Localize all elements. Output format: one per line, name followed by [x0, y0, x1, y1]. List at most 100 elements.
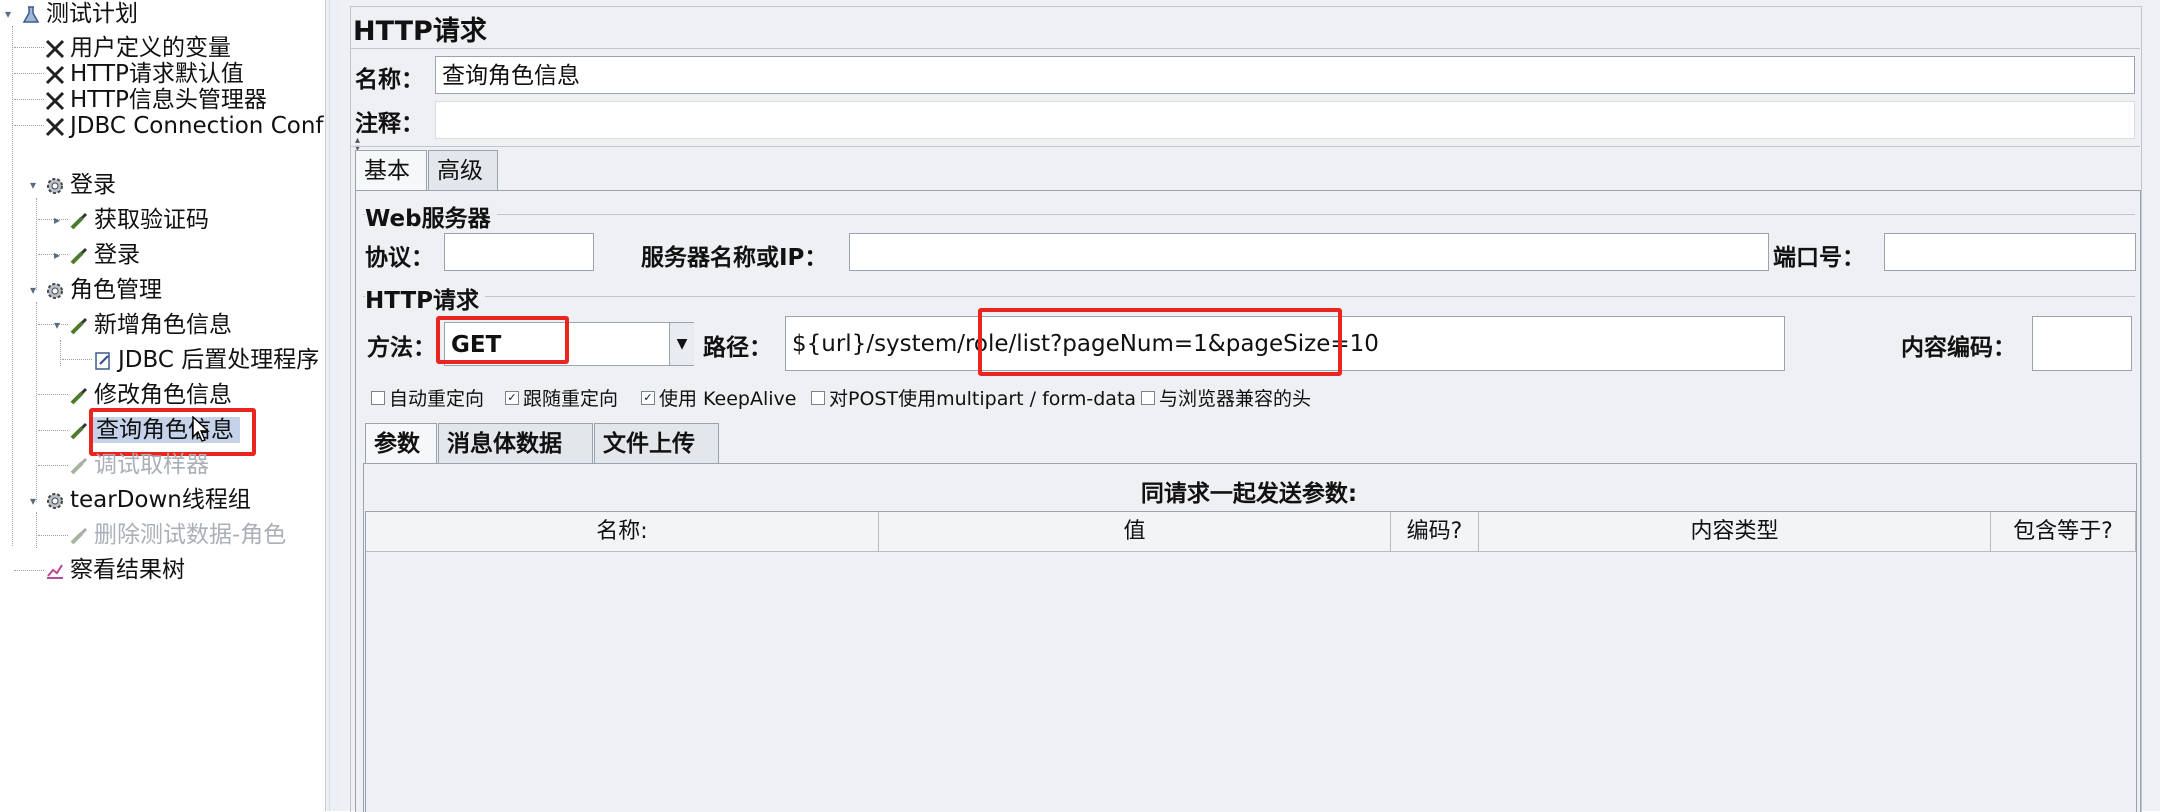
comment-label: 注释： [355, 111, 424, 137]
checkbox[interactable] [811, 390, 825, 405]
tree-node-label: 角色管理 [70, 277, 162, 303]
tree-guide-line [14, 47, 44, 48]
group-border [363, 214, 2135, 215]
flask-icon [20, 2, 42, 24]
tree-guide-line [60, 340, 61, 366]
chart-icon [44, 558, 66, 580]
tab-basic[interactable]: 基本 [355, 150, 427, 190]
encoding-field[interactable] [2032, 316, 2132, 371]
column-header-name[interactable]: 名称: [366, 512, 879, 552]
tree-node-role-management[interactable]: 角色管理 [44, 273, 162, 307]
web-server-group-title: Web服务器 [365, 199, 497, 233]
pipette-icon [68, 243, 90, 265]
tree-guide-line [62, 359, 92, 360]
tree-expand-toggle[interactable]: ▾ [27, 284, 39, 296]
test-plan-tree[interactable]: ▾ 测试计划 用户定义的变量 HTTP请求默认值 HTTP信息头管理器 JDBC… [0, 0, 325, 811]
column-header-include-equals[interactable]: 包含等于? [1991, 512, 2136, 552]
method-select[interactable]: GET [444, 322, 694, 366]
option-multipart[interactable]: 对POST使用multipart / form-data [811, 384, 1136, 411]
pipette-icon [68, 313, 90, 335]
pipette-icon [68, 453, 90, 475]
option-label: 对POST使用multipart / form-data [829, 388, 1137, 410]
checkbox[interactable] [371, 390, 385, 405]
server-label: 服务器名称或IP： [641, 245, 828, 271]
checkbox[interactable]: ✓ [641, 390, 655, 405]
tree-node-label: JDBC 后置处理程序 [118, 347, 320, 373]
pipette-icon [68, 523, 90, 545]
tree-node-teardown-group[interactable]: tearDown线程组 [44, 483, 251, 517]
tree-node-label: 测试计划 [46, 1, 138, 27]
tree-node-query-role[interactable]: 查询角色信息 [68, 413, 240, 447]
wrench-icon [44, 36, 66, 58]
chevron-down-icon[interactable]: ▼ [669, 323, 694, 365]
option-label: 跟随重定向 [523, 388, 619, 410]
splitter-grip [329, 0, 332, 811]
tree-node-jdbc-connection[interactable]: JDBC Connection Conf [44, 109, 324, 143]
tree-expand-toggle[interactable]: ▾ [27, 179, 39, 191]
port-field[interactable] [1884, 233, 2136, 271]
pipette-icon [68, 383, 90, 405]
tree-node-login-group[interactable]: 登录 [44, 168, 116, 202]
document-icon [92, 348, 114, 370]
tree-node-label: 修改角色信息 [94, 382, 232, 408]
tree-node-label: 登录 [70, 172, 116, 198]
checkbox[interactable] [1141, 390, 1155, 405]
protocol-field[interactable] [444, 233, 594, 271]
tree-node-label: 查询角色信息 [90, 417, 240, 443]
comment-field[interactable] [435, 101, 2135, 139]
column-header-value[interactable]: 值 [879, 512, 1391, 552]
mouse-cursor-icon [192, 415, 210, 446]
tree-guide-line [38, 465, 68, 466]
tree-guide-line [14, 570, 44, 571]
tab-body-data[interactable]: 消息体数据 [438, 423, 593, 463]
tab-file-upload[interactable]: 文件上传 [594, 423, 719, 463]
tree-node-debug-sampler[interactable]: 调试取样器 [68, 448, 209, 482]
tree-expand-toggle[interactable]: ▾ [2, 8, 14, 20]
divider [350, 48, 2140, 49]
params-table[interactable]: 名称: 值 编码? 内容类型 包含等于? [365, 511, 2136, 812]
http-request-panel: HTTP请求 名称： 查询角色信息 注释： ▴ ▾ 基本 高级 Web服务器 协议… [341, 0, 2160, 812]
server-field[interactable] [849, 233, 1769, 271]
tree-node-test-plan[interactable]: 测试计划 [20, 0, 138, 31]
option-label: 与浏览器兼容的头 [1159, 388, 1312, 410]
wrench-icon [44, 114, 66, 136]
option-auto-redirect[interactable]: 自动重定向 [371, 384, 484, 411]
tree-node-delete-test-data[interactable]: 删除测试数据-角色 [68, 518, 286, 552]
params-caption: 同请求一起发送参数: [1140, 481, 1358, 507]
method-label: 方法： [367, 335, 436, 361]
name-label: 名称： [355, 67, 424, 93]
tab-parameters[interactable]: 参数 [365, 423, 437, 463]
tree-expand-toggle[interactable]: ▾ [27, 495, 39, 507]
tree-node-label: 登录 [94, 242, 140, 268]
tree-expand-toggle[interactable]: ▸ [51, 249, 63, 261]
tree-guide-line [38, 430, 68, 431]
port-label: 端口号： [1773, 245, 1865, 271]
tree-guide-line [14, 99, 44, 100]
tree-node-edit-role[interactable]: 修改角色信息 [68, 378, 232, 412]
tree-node-get-captcha[interactable]: 获取验证码 [68, 203, 209, 237]
option-label: 自动重定向 [389, 388, 485, 410]
encoding-label: 内容编码： [1901, 335, 2016, 361]
tree-expand-toggle[interactable]: ▸ [51, 214, 63, 226]
column-header-content-type[interactable]: 内容类型 [1479, 512, 1991, 552]
tree-node-add-role[interactable]: 新增角色信息 [68, 308, 232, 342]
tree-node-view-results-tree[interactable]: 察看结果树 [44, 553, 185, 587]
tree-guide-line [38, 394, 68, 395]
option-follow-redirects[interactable]: ✓ 跟随重定向 [505, 384, 618, 411]
option-browser-compatible-headers[interactable]: 与浏览器兼容的头 [1141, 384, 1311, 411]
tree-node-label: tearDown线程组 [70, 487, 251, 513]
option-keepalive[interactable]: ✓ 使用 KeepAlive [641, 384, 796, 411]
column-header-encode[interactable]: 编码? [1391, 512, 1479, 552]
wrench-icon [44, 62, 66, 84]
path-label: 路径： [703, 335, 772, 361]
name-field[interactable]: 查询角色信息 [435, 56, 2135, 94]
path-field[interactable]: ${url}/system/role/list?pageNum=1&pageSi… [785, 316, 1785, 371]
tree-node-jdbc-postprocessor[interactable]: JDBC 后置处理程序 [92, 343, 319, 377]
tree-guide-line [38, 535, 68, 536]
group-border [363, 296, 2135, 297]
tab-advanced[interactable]: 高级 [428, 150, 498, 190]
checkbox[interactable]: ✓ [505, 390, 519, 405]
tree-expand-toggle[interactable]: ▾ [51, 319, 63, 331]
tree-node-login-sampler[interactable]: 登录 [68, 238, 140, 272]
tree-guide-line [14, 125, 44, 126]
